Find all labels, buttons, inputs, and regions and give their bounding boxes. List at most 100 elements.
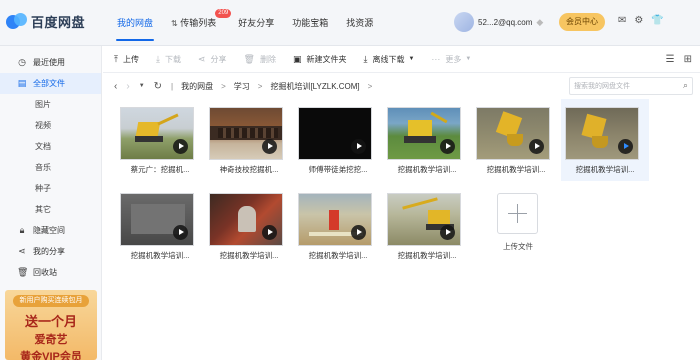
breadcrumb-bar: ‹ › ▼ ↻ | 我的网盘 > 学习 > 挖掘机培训[LYZLK.COM] >… bbox=[103, 73, 700, 99]
sidebar-item-hidden-space[interactable]: 🔒︎ 隐藏空间 bbox=[0, 220, 101, 241]
search-box[interactable]: ⌕ bbox=[569, 77, 693, 95]
more-button[interactable]: ··· 更多 ▼ bbox=[431, 54, 471, 65]
play-icon[interactable] bbox=[351, 139, 366, 154]
share-icon: ⋖ bbox=[197, 53, 206, 64]
settings-icon[interactable]: ⚙ bbox=[634, 15, 643, 26]
file-item[interactable]: 挖掘机教学培训... bbox=[383, 185, 471, 267]
file-item[interactable]: 神奇技校挖掘机... bbox=[205, 99, 293, 181]
sidebar-sub-torrents[interactable]: 种子 bbox=[0, 178, 101, 199]
plus-icon[interactable] bbox=[497, 193, 538, 234]
sidebar-item-my-share[interactable]: ⋖ 我的分享 bbox=[0, 241, 101, 262]
offline-download-label: 离线下载 bbox=[372, 54, 405, 64]
breadcrumb-separator: > bbox=[257, 81, 263, 91]
sidebar-sub-images[interactable]: 图片 bbox=[0, 94, 101, 115]
play-icon[interactable] bbox=[173, 139, 188, 154]
video-thumbnail bbox=[120, 107, 194, 160]
nav-friend-share[interactable]: 好友分享 bbox=[229, 0, 283, 46]
play-icon[interactable] bbox=[618, 139, 633, 154]
upload-label: 上传 bbox=[122, 54, 139, 64]
more-label: 更多 bbox=[445, 54, 462, 64]
download-button[interactable]: ⤓ 下载 bbox=[156, 54, 181, 65]
play-icon[interactable] bbox=[440, 139, 455, 154]
play-icon[interactable] bbox=[351, 225, 366, 240]
offline-download-icon: ⤓ bbox=[363, 53, 368, 64]
play-icon[interactable] bbox=[262, 225, 277, 240]
sort-icon[interactable]: ☰ bbox=[666, 54, 675, 65]
file-item[interactable]: 蔡元广：挖掘机... bbox=[116, 99, 204, 181]
sidebar-item-label: 回收站 bbox=[33, 268, 57, 277]
forward-icon[interactable]: › bbox=[126, 81, 129, 92]
file-item[interactable]: 挖掘机教学培训... bbox=[472, 99, 560, 181]
logo-text: 百度网盘 bbox=[31, 14, 86, 30]
sidebar-item-label: 隐藏空间 bbox=[33, 226, 65, 235]
sidebar-item-recycle-bin[interactable]: 🗑︎ 回收站 bbox=[0, 262, 101, 283]
shirt-icon[interactable]: 👕 bbox=[651, 15, 663, 26]
file-item[interactable]: 挖掘机教学培训... bbox=[116, 185, 204, 267]
sidebar-item-label: 最近使用 bbox=[33, 58, 65, 67]
sidebar-item-recent[interactable]: ◷ 最近使用 bbox=[0, 52, 101, 73]
file-name: 挖掘机教学培训... bbox=[397, 165, 457, 174]
cloud-logo-icon bbox=[6, 11, 28, 31]
new-folder-button[interactable]: ▣ 新建文件夹 bbox=[293, 54, 347, 65]
offline-download-button[interactable]: ⤓ 离线下载 ▼ bbox=[363, 54, 414, 65]
avatar[interactable] bbox=[454, 12, 474, 32]
clock-icon: ◷ bbox=[18, 57, 26, 67]
sidebar-sub-others[interactable]: 其它 bbox=[0, 199, 101, 220]
file-item[interactable]: 挖掘机教学培训... bbox=[205, 185, 293, 267]
breadcrumb-current-folder[interactable]: 挖掘机培训[LYZLK.COM] bbox=[270, 81, 359, 92]
file-item[interactable]: 挖掘机教学培训... bbox=[383, 99, 471, 181]
file-name: 挖掘机教学培训... bbox=[575, 165, 635, 174]
grid-view-icon[interactable]: ⊞ bbox=[684, 54, 692, 65]
share-label: 分享 bbox=[210, 54, 227, 64]
more-icon: ··· bbox=[431, 54, 441, 64]
nav-transfer-list[interactable]: ⇅ 传输列表 209 bbox=[162, 0, 232, 46]
nav-my-disk[interactable]: 我的网盘 bbox=[108, 0, 162, 46]
breadcrumb-study[interactable]: 学习 bbox=[234, 81, 250, 92]
upload-button[interactable]: ⤒ 上传 bbox=[114, 54, 139, 65]
toolbar: ⤒ 上传 ⤓ 下载 ⋖ 分享 🗑︎ 删除 ▣ 新建文件夹 ⤓ 离线下载 ▼ ··· 更多 ▼ ☰ … bbox=[103, 46, 700, 73]
nav-toolbox[interactable]: 功能宝箱 bbox=[283, 0, 337, 46]
breadcrumb-my-disk[interactable]: 我的网盘 bbox=[181, 81, 213, 92]
sidebar-item-label: 全部文件 bbox=[33, 79, 65, 88]
play-icon[interactable] bbox=[173, 225, 188, 240]
refresh-icon[interactable]: ↻ bbox=[154, 81, 162, 92]
user-name[interactable]: 52...2@qq.com bbox=[478, 18, 532, 27]
back-icon[interactable]: ‹ bbox=[114, 81, 117, 92]
nav-find-resources[interactable]: 找资源 bbox=[337, 0, 382, 46]
top-icons: ✉ ⚙ 👕 bbox=[618, 15, 664, 26]
top-bar: 百度网盘 我的网盘 ⇅ 传输列表 209 好友分享 功能宝箱 找资源 52...… bbox=[0, 0, 700, 46]
download-label: 下载 bbox=[164, 54, 181, 64]
file-item[interactable]: 挖掘机教学培训... bbox=[561, 99, 649, 181]
search-input[interactable] bbox=[574, 78, 674, 94]
file-item[interactable]: 师傅带徒弟挖挖... bbox=[294, 99, 382, 181]
sidebar-sub-videos[interactable]: 视频 bbox=[0, 115, 101, 136]
file-name: 挖掘机教学培训... bbox=[219, 251, 279, 260]
sidebar-sub-documents[interactable]: 文档 bbox=[0, 136, 101, 157]
lock-icon: 🔒︎ bbox=[19, 225, 25, 235]
play-icon[interactable] bbox=[529, 139, 544, 154]
sidebar-item-all-files[interactable]: ▤ 全部文件 bbox=[0, 73, 101, 94]
logo[interactable]: 百度网盘 bbox=[6, 11, 85, 31]
share-icon: ⋖ bbox=[18, 246, 26, 256]
share-button[interactable]: ⋖ 分享 bbox=[198, 54, 227, 65]
file-item[interactable]: 挖掘机教学培训... bbox=[294, 185, 382, 267]
video-thumbnail bbox=[387, 193, 461, 246]
promo-line-2: 爱奇艺 bbox=[34, 334, 68, 346]
sidebar-sub-music[interactable]: 音乐 bbox=[0, 157, 101, 178]
promo-banner[interactable]: 新用户购买连续包月 送一个月 爱奇艺 黄金VIP会员 bbox=[5, 290, 97, 360]
file-name: 挖掘机教学培训... bbox=[486, 165, 546, 174]
upload-file-label: 上传文件 bbox=[503, 242, 533, 251]
search-icon[interactable]: ⌕ bbox=[683, 80, 688, 91]
play-icon[interactable] bbox=[262, 139, 277, 154]
vip-center-button[interactable]: 会员中心 bbox=[559, 13, 605, 31]
mail-icon[interactable]: ✉ bbox=[618, 15, 626, 26]
file-icon: ▤ bbox=[17, 78, 27, 88]
breadcrumb-separator: > bbox=[221, 81, 226, 91]
user-account[interactable]: 52...2@qq.com ◆ bbox=[454, 12, 546, 32]
video-thumbnail bbox=[476, 107, 550, 160]
history-dropdown-icon[interactable]: ▼ bbox=[139, 83, 145, 89]
vip-diamond-icon: ◆ bbox=[536, 17, 544, 27]
play-icon[interactable] bbox=[440, 225, 455, 240]
upload-file-tile[interactable]: 上传文件 bbox=[479, 185, 567, 267]
delete-button[interactable]: 🗑︎ 删除 bbox=[244, 54, 276, 65]
